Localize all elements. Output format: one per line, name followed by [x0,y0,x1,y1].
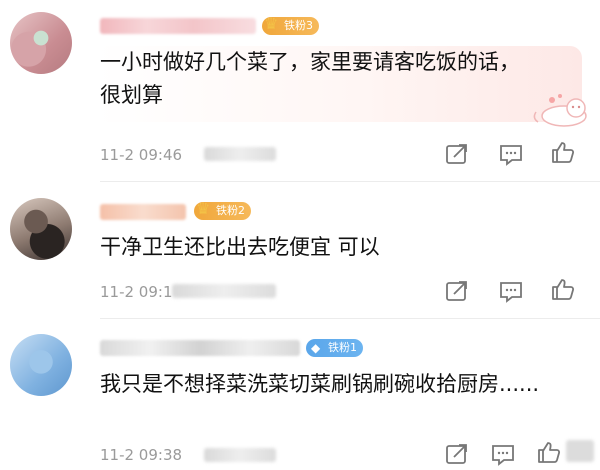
comment-icon [500,282,522,303]
comment-button[interactable] [498,279,524,303]
comment-text: 干净卫生还比出去吃便宜 可以 [100,235,380,259]
avatar[interactable] [10,198,72,260]
fan-badge-label: 铁粉2 [216,204,245,217]
like-icon [552,279,575,300]
divider [100,318,600,319]
location-redacted [172,284,276,298]
comment-text: 我只是不想择菜洗菜切菜刷锅刷碗收拾厨房...... [100,372,540,396]
avatar[interactable] [10,334,72,396]
repost-button[interactable] [444,442,470,466]
avatar[interactable] [10,12,72,74]
like-button[interactable] [550,277,576,301]
location-redacted [204,448,276,462]
like-button[interactable] [550,140,576,164]
divider [100,181,600,182]
like-icon [552,142,575,163]
fan-badge-label: 铁粉3 [284,19,313,32]
comment-button[interactable] [490,442,516,466]
fan-diamond-icon: ◆ [311,341,321,355]
comment-text: 一小时做好几个菜了，家里要请客吃饭的话，很划算 [100,50,520,107]
repost-button[interactable] [444,142,470,166]
username-redacted[interactable] [100,340,300,356]
location-redacted [204,147,276,161]
fan-badge-label: 铁粉1 [328,341,357,354]
fan-badge[interactable]: ♛ 铁粉3 [262,14,319,35]
comment-icon [492,445,514,466]
fan-badge[interactable]: ♛ 铁粉2 [194,199,251,220]
comment-time: 11-2 09:1 [100,283,173,301]
comment-time: 11-2 09:38 [100,446,183,464]
fan-crown-icon: ♛ [264,14,279,33]
repost-icon [446,444,467,464]
repost-icon [446,281,467,301]
fan-badge[interactable]: ◆ 铁粉1 [306,339,363,357]
like-count-redacted [566,440,594,462]
comment-time: 11-2 09:46 [100,146,183,164]
like-icon [538,442,561,463]
username-redacted[interactable] [100,204,186,220]
like-button[interactable] [536,440,562,464]
repost-button[interactable] [444,279,470,303]
repost-icon [446,144,467,164]
username-redacted[interactable] [100,18,256,34]
comment-icon [500,145,522,166]
comment-button[interactable] [498,142,524,166]
fan-crown-icon: ♛ [196,199,211,218]
